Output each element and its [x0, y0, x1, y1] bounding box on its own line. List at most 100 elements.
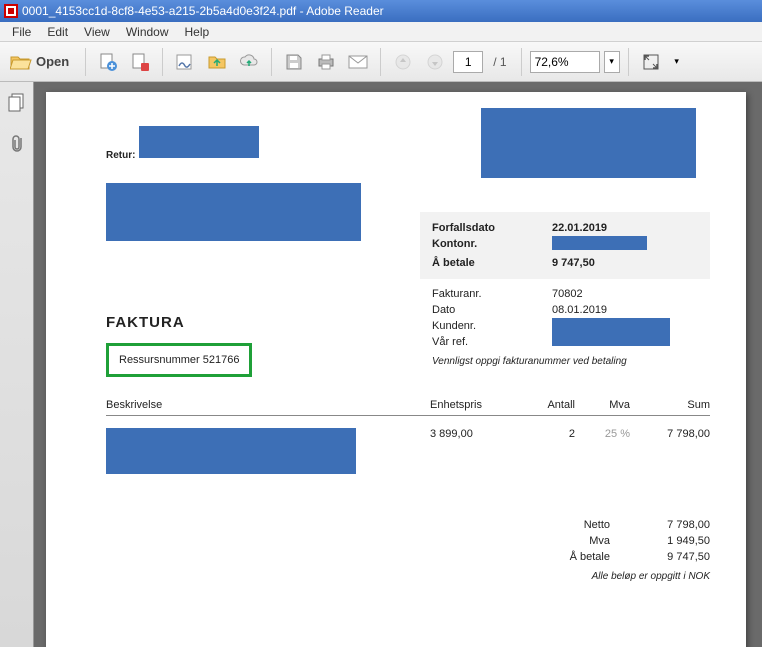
redacted-block — [106, 183, 361, 241]
totals-netto: Netto 7 798,00 — [560, 517, 710, 533]
ref-row-kundenr: Kundenr. — [432, 318, 698, 334]
next-page-button[interactable] — [421, 48, 449, 76]
col-beskrivelse: Beskrivelse — [106, 399, 430, 411]
mva-label: Mva — [560, 533, 630, 549]
ref-row-dato: Dato 08.01.2019 — [432, 302, 698, 318]
fit-page-button[interactable] — [637, 48, 665, 76]
paperclip-icon — [9, 133, 25, 153]
send-file-button[interactable] — [203, 48, 231, 76]
menubar: File Edit View Window Help — [0, 22, 762, 42]
totals-block: Netto 7 798,00 Mva 1 949,50 Å betale 9 7… — [560, 517, 710, 582]
open-button[interactable]: Open — [6, 47, 77, 77]
kontonr-label: Kontonr. — [432, 236, 552, 255]
redacted-block — [552, 318, 670, 346]
menu-window[interactable]: Window — [118, 23, 177, 41]
thumbnails-button[interactable] — [7, 92, 27, 114]
ref-row-fakturanr: Fakturanr. 70802 — [432, 286, 698, 302]
abetale-value: 9 747,50 — [552, 255, 698, 271]
save-icon — [285, 53, 303, 71]
redacted-block — [481, 108, 696, 178]
payment-note: Vennligst oppgi fakturanummer ved betali… — [432, 356, 698, 367]
expand-icon — [642, 53, 660, 71]
attachments-button[interactable] — [7, 132, 27, 154]
col-antall: Antall — [520, 399, 575, 411]
forfallsdato-label: Forfallsdato — [432, 220, 552, 236]
app-icon — [4, 4, 18, 18]
redacted-block — [552, 236, 647, 250]
print-button[interactable] — [312, 48, 340, 76]
menu-file[interactable]: File — [4, 23, 39, 41]
col-mva: Mva — [575, 399, 630, 411]
view-dropdown[interactable]: ▾ — [669, 51, 685, 73]
row-antall: 2 — [520, 428, 575, 477]
retur-label: Retur: — [106, 150, 135, 161]
toolbar-divider — [380, 48, 381, 76]
open-label: Open — [36, 54, 69, 69]
toolbar-divider — [162, 48, 163, 76]
netto-label: Netto — [560, 517, 630, 533]
row-enhetspris: 3 899,00 — [430, 428, 520, 477]
page-input[interactable] — [453, 51, 483, 73]
zoom-dropdown[interactable]: ▾ — [604, 51, 620, 73]
toolbar-divider — [521, 48, 522, 76]
sign-button[interactable] — [171, 48, 199, 76]
info-row-abetale: Å betale 9 747,50 — [432, 255, 698, 271]
workspace: Retur: Forfallsdato 22.01.2019 Kontonr. … — [0, 82, 762, 647]
envelope-icon — [348, 55, 368, 69]
chevron-down-icon: ▾ — [609, 56, 614, 67]
chevron-down-icon: ▾ — [674, 56, 679, 67]
cloud-button[interactable] — [235, 48, 263, 76]
print-icon — [316, 53, 336, 71]
mva-value: 1 949,50 — [630, 533, 710, 549]
abetale-value: 9 747,50 — [630, 549, 710, 565]
create-pdf-button[interactable] — [126, 48, 154, 76]
fakturanr-label: Fakturanr. — [432, 286, 552, 302]
cloud-upload-icon — [239, 52, 259, 72]
menu-edit[interactable]: Edit — [39, 23, 76, 41]
redacted-block — [139, 126, 259, 158]
side-panel — [0, 82, 34, 647]
row-sum: 7 798,00 — [630, 428, 710, 477]
prev-page-button[interactable] — [389, 48, 417, 76]
resource-number-box: Ressursnummer 521766 — [106, 343, 252, 377]
col-enhetspris: Enhetspris — [430, 399, 520, 411]
window-titlebar: 0001_4153cc1d-8cf8-4e53-a215-2b5a4d0e3f2… — [0, 0, 762, 22]
export-pdf-button[interactable] — [94, 48, 122, 76]
col-sum: Sum — [630, 399, 710, 411]
pdf-create-icon — [130, 52, 150, 72]
toolbar-divider — [271, 48, 272, 76]
toolbar: Open / 1 ▾ ▾ — [0, 42, 762, 82]
menu-view[interactable]: View — [76, 23, 118, 41]
window-title: 0001_4153cc1d-8cf8-4e53-a215-2b5a4d0e3f2… — [22, 4, 384, 18]
currency-note: Alle beløp er oppgitt i NOK — [560, 571, 710, 582]
info-row-forfallsdato: Forfallsdato 22.01.2019 — [432, 220, 698, 236]
kundenr-label: Kundenr. — [432, 318, 552, 334]
dato-value: 08.01.2019 — [552, 302, 698, 318]
fakturanr-value: 70802 — [552, 286, 698, 302]
pdf-export-icon — [98, 52, 118, 72]
zoom-field[interactable] — [530, 51, 600, 73]
reference-box: Fakturanr. 70802 Dato 08.01.2019 Kundenr… — [420, 282, 710, 371]
netto-value: 7 798,00 — [630, 517, 710, 533]
abetale-label: Å betale — [432, 255, 552, 271]
menu-help[interactable]: Help — [177, 23, 218, 41]
varref-label: Vår ref. — [432, 334, 552, 350]
folder-open-icon — [10, 53, 32, 71]
page-total: / 1 — [487, 55, 512, 69]
table-header: Beskrivelse Enhetspris Antall Mva Sum — [106, 399, 710, 416]
table-row: 3 899,00 2 25 % 7 798,00 — [106, 428, 710, 477]
toolbar-divider — [85, 48, 86, 76]
signature-icon — [175, 52, 195, 72]
email-button[interactable] — [344, 48, 372, 76]
dato-label: Dato — [432, 302, 552, 318]
arrow-up-icon — [395, 54, 411, 70]
pdf-page: Retur: Forfallsdato 22.01.2019 Kontonr. … — [46, 92, 746, 647]
document-viewport[interactable]: Retur: Forfallsdato 22.01.2019 Kontonr. … — [34, 82, 762, 647]
arrow-down-icon — [427, 54, 443, 70]
redacted-block — [106, 428, 356, 474]
totals-mva: Mva 1 949,50 — [560, 533, 710, 549]
folder-send-icon — [207, 52, 227, 72]
save-button[interactable] — [280, 48, 308, 76]
forfallsdato-value: 22.01.2019 — [552, 220, 698, 236]
pages-icon — [8, 93, 26, 113]
